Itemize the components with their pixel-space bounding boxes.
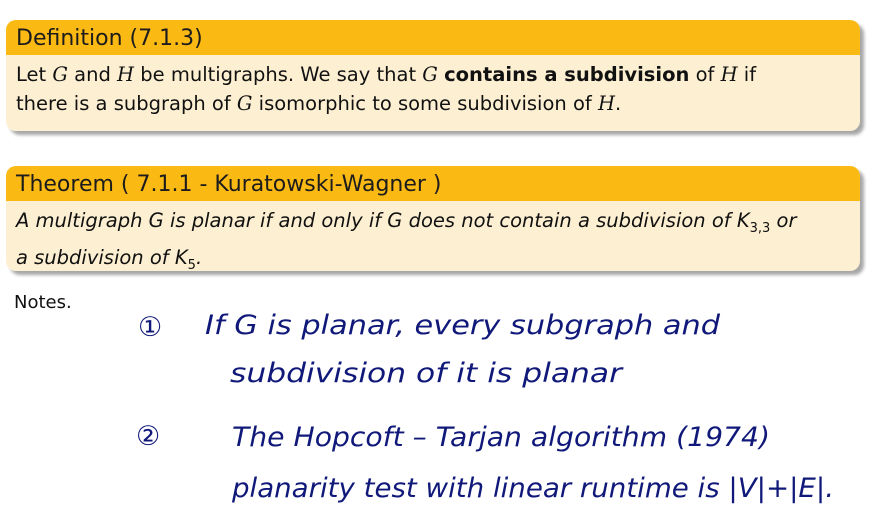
note-1-line-1: If G is planar, every subgraph and [205, 310, 721, 341]
handwritten-notes: ① If G is planar, every subgraph and sub… [136, 310, 834, 504]
note-1-line-2: subdivision of it is planar [230, 358, 624, 389]
note-number-2: ② [136, 421, 160, 452]
note-2-line-2: planarity test with linear runtime is |V… [231, 473, 834, 504]
note-number-1: ① [138, 312, 162, 343]
note-2-line-1: The Hopcoft – Tarjan algorithm (1974) [232, 422, 770, 453]
